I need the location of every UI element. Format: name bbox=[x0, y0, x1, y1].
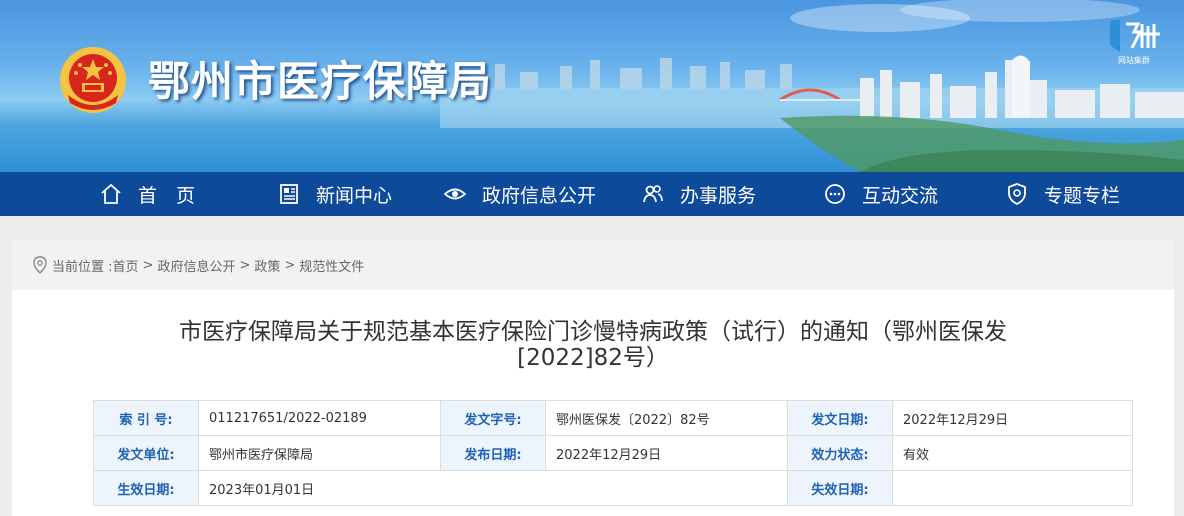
breadcrumb-link-home[interactable]: 首页 bbox=[113, 256, 139, 275]
shield-icon bbox=[1004, 181, 1030, 207]
breadcrumb-prefix: 当前位置 : bbox=[52, 259, 113, 275]
nav-item-news[interactable]: 新闻中心 bbox=[276, 172, 392, 216]
nav-item-label: 互动交流 bbox=[862, 184, 939, 207]
national-emblem-icon bbox=[58, 45, 128, 115]
breadcrumb-link-normative-docs[interactable]: 规范性文件 bbox=[299, 256, 364, 275]
nav-item-label: 办事服务 bbox=[680, 184, 757, 207]
meta-label-issue-date: 发文日期: bbox=[787, 400, 893, 436]
document-title-line-2: [2022]82号） bbox=[517, 345, 669, 371]
meta-label-effective-date: 生效日期: bbox=[93, 470, 199, 506]
meta-value-issue-date: 2022年12月29日 bbox=[892, 400, 1133, 436]
meta-label-expiry-date: 失效日期: bbox=[787, 470, 893, 506]
document-title-line-1: 市医疗保障局关于规范基本医疗保险门诊慢特病政策（试行）的通知（鄂州医保发 bbox=[179, 319, 1007, 345]
breadcrumb-separator: > bbox=[284, 257, 296, 273]
city-logo[interactable]: 网站集群 bbox=[1104, 18, 1166, 68]
meta-value-expiry-date bbox=[892, 470, 1133, 506]
nav-item-label: 政府信息公开 bbox=[482, 184, 597, 207]
document-metadata-table: 索 引 号: 011217651/2022-02189 发文字号: 鄂州医保发〔… bbox=[93, 400, 1133, 506]
breadcrumb-separator: > bbox=[142, 257, 154, 273]
site-title: 鄂州市医疗保障局 bbox=[148, 57, 493, 106]
header-banner: 鄂州市医疗保障局 网站集群 bbox=[0, 0, 1184, 172]
meta-value-index-no: 011217651/2022-02189 bbox=[198, 400, 441, 436]
nav-item-gov-info[interactable]: 政府信息公开 bbox=[442, 172, 596, 216]
nav-item-special[interactable]: 专题专栏 bbox=[1004, 172, 1120, 216]
table-row: 生效日期: 2023年01月01日 失效日期: bbox=[93, 470, 1133, 506]
meta-label-issuer: 发文单位: bbox=[93, 435, 199, 471]
city-logo-icon bbox=[1110, 20, 1160, 52]
nav-item-label: 新闻中心 bbox=[316, 184, 393, 207]
breadcrumb-link-gov-info[interactable]: 政府信息公开 bbox=[157, 256, 235, 275]
meta-value-issuer: 鄂州市医疗保障局 bbox=[198, 435, 441, 471]
breadcrumb: 当前位置 : 首页 > 政府信息公开 > 政策 > 规范性文件 bbox=[12, 240, 1174, 290]
nav-item-label: 首 页 bbox=[138, 184, 196, 207]
meta-value-publish-date: 2022年12月29日 bbox=[545, 435, 788, 471]
newspaper-icon bbox=[276, 181, 302, 207]
meta-label-publish-date: 发布日期: bbox=[440, 435, 546, 471]
meta-label-doc-number: 发文字号: bbox=[440, 400, 546, 436]
chat-icon bbox=[822, 181, 848, 207]
location-pin-icon bbox=[33, 256, 47, 274]
table-row: 索 引 号: 011217651/2022-02189 发文字号: 鄂州医保发〔… bbox=[93, 400, 1133, 436]
eye-icon bbox=[442, 181, 468, 207]
nav-item-interaction[interactable]: 互动交流 bbox=[822, 172, 938, 216]
people-icon bbox=[640, 181, 666, 207]
meta-label-index-no: 索 引 号: bbox=[93, 400, 199, 436]
nav-item-services[interactable]: 办事服务 bbox=[640, 172, 756, 216]
breadcrumb-separator: > bbox=[239, 257, 251, 273]
meta-label-validity: 效力状态: bbox=[787, 435, 893, 471]
home-icon bbox=[98, 181, 124, 207]
nav-item-label: 专题专栏 bbox=[1044, 184, 1121, 207]
meta-value-effective-date: 2023年01月01日 bbox=[198, 470, 788, 506]
main-nav: 首 页 新闻中心 政府信息公开 办事服务 互动交流 专题专栏 bbox=[0, 172, 1184, 216]
document-title: 市医疗保障局关于规范基本医疗保险门诊慢特病政策（试行）的通知（鄂州医保发 [20… bbox=[12, 319, 1174, 371]
nav-item-home[interactable]: 首 页 bbox=[98, 172, 195, 216]
meta-value-validity: 有效 bbox=[892, 435, 1133, 471]
city-logo-subtitle: 网站集群 bbox=[1118, 56, 1150, 65]
table-row: 发文单位: 鄂州市医疗保障局 发布日期: 2022年12月29日 效力状态: 有… bbox=[93, 435, 1133, 471]
breadcrumb-link-policy[interactable]: 政策 bbox=[254, 256, 280, 275]
meta-value-doc-number: 鄂州医保发〔2022〕82号 bbox=[545, 400, 788, 436]
main-content: 当前位置 : 首页 > 政府信息公开 > 政策 > 规范性文件 市医疗保障局关于… bbox=[12, 240, 1174, 516]
